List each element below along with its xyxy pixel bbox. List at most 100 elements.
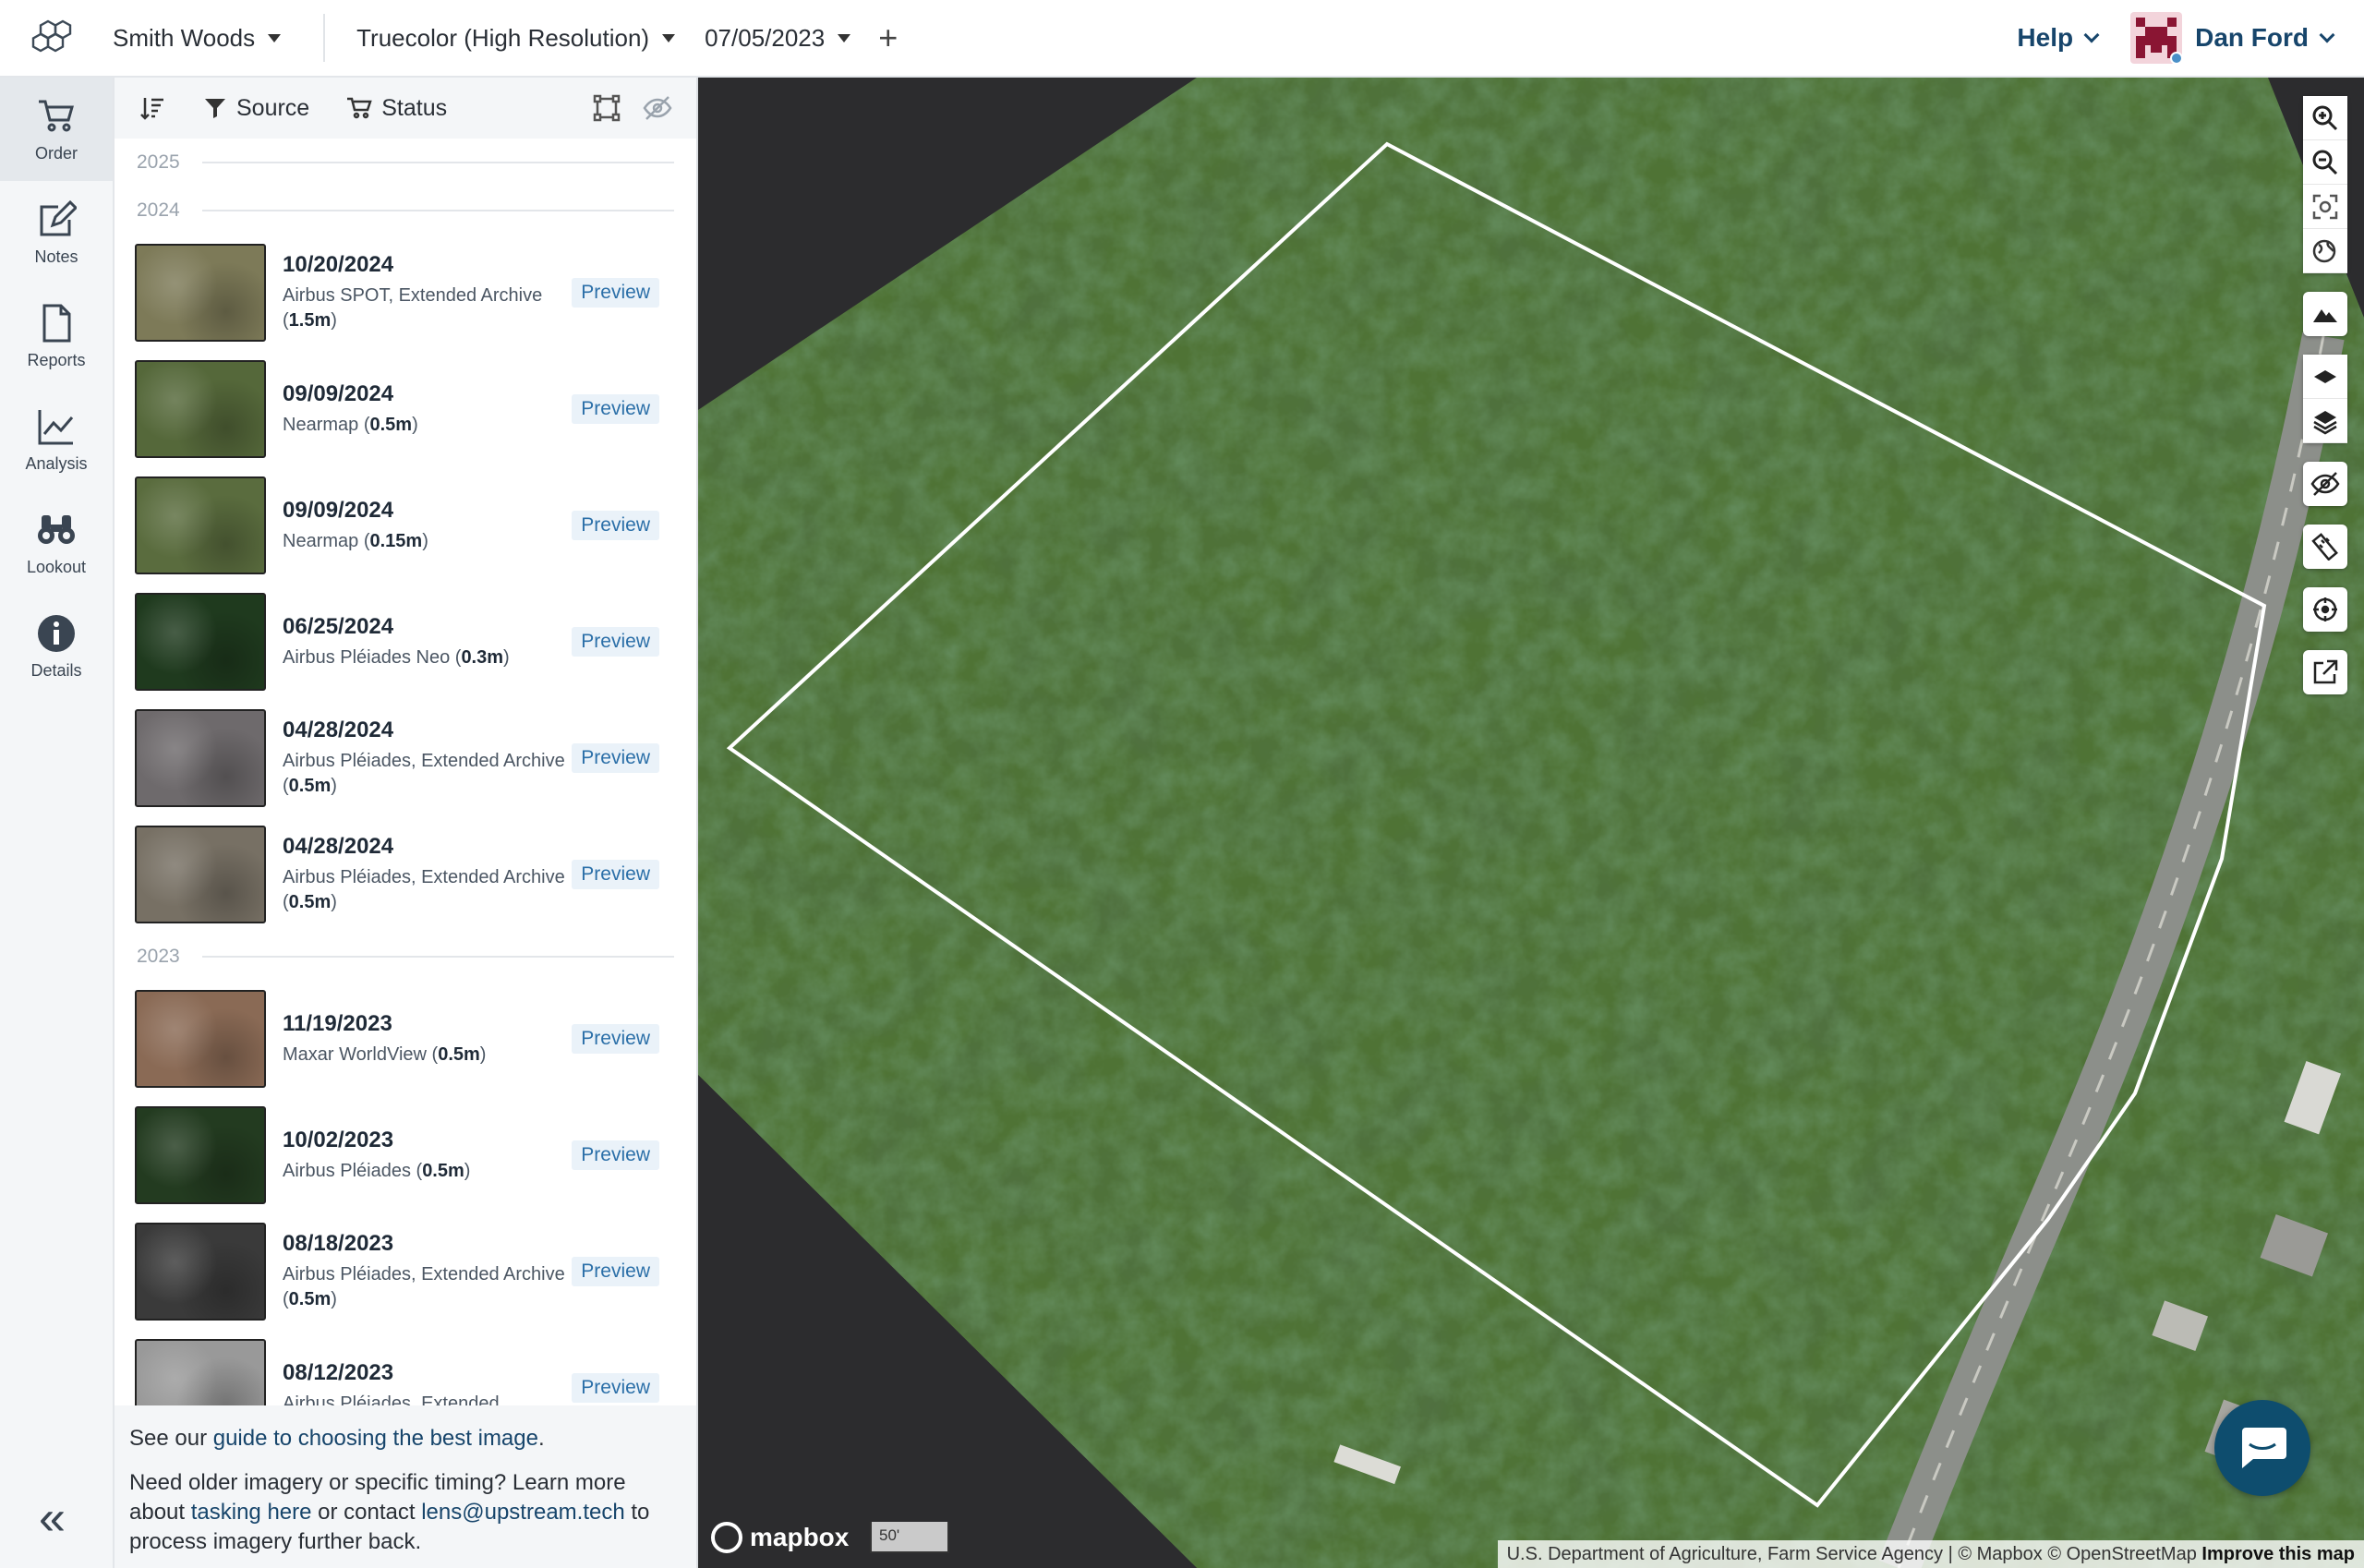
imagery-info: 10/02/2023 Airbus Pléiades (0.5m) [283, 1128, 572, 1184]
layers-button[interactable] [2303, 399, 2347, 443]
email-link[interactable]: lens@upstream.tech [421, 1500, 624, 1525]
nav-analysis[interactable]: Analysis [0, 388, 113, 491]
list-item[interactable]: 10/02/2023 Airbus Pléiades (0.5m) Preview [115, 1097, 696, 1213]
imagery-thumbnail[interactable] [135, 1339, 266, 1405]
hide-boundary-button[interactable] [2303, 462, 2347, 506]
list-item[interactable]: 09/09/2024 Nearmap (0.15m) Preview [115, 467, 696, 584]
imagery-thumbnail[interactable] [135, 709, 266, 807]
list-item[interactable]: 08/12/2023 Airbus Pléiades, Extended Previ… [115, 1330, 696, 1405]
imagery-thumbnail[interactable] [135, 826, 266, 923]
zoom-out-button[interactable] [2303, 140, 2347, 185]
help-menu[interactable]: Help [2017, 23, 2100, 53]
mountain-icon [2313, 309, 2337, 322]
imagery-source: Airbus Pléiades Neo (0.3m) [283, 646, 510, 668]
layer-selector[interactable]: Truecolor (High Resolution) [356, 24, 676, 53]
layer-icon [2314, 369, 2336, 383]
preview-button[interactable]: Preview [572, 1140, 659, 1170]
chevron-down-icon [2083, 27, 2100, 43]
status-filter-button[interactable]: Status [346, 95, 447, 122]
compare-button[interactable] [2303, 229, 2347, 273]
nav-notes-label: Notes [34, 247, 78, 266]
hide-eye-icon[interactable] [643, 94, 672, 122]
scale-bar: 50' [870, 1522, 949, 1553]
list-item[interactable]: 04/28/2024 Airbus Pléiades, Extended Arch… [115, 816, 696, 933]
list-item[interactable]: 09/09/2024 Nearmap (0.5m) Preview [115, 351, 696, 467]
source-filter-button[interactable]: Source [203, 95, 309, 122]
avatar[interactable] [2130, 12, 2183, 64]
preview-button[interactable]: Preview [572, 394, 659, 424]
guide-link[interactable]: guide to choosing the best image [213, 1426, 538, 1451]
open-external-button[interactable] [2303, 650, 2347, 694]
date-selector[interactable]: 07/05/2023 [705, 23, 851, 53]
app-logo-icon[interactable] [30, 18, 85, 58]
source-name: Nearmap [283, 530, 359, 551]
imagery-thumbnail[interactable] [135, 1223, 266, 1321]
nav-order-label: Order [34, 143, 78, 163]
preview-button[interactable]: Preview [572, 627, 659, 657]
chat-button[interactable] [2214, 1400, 2310, 1496]
map-view[interactable]: mapbox 50' U.S. Department of Agricultur… [698, 78, 2364, 1568]
imagery-date: 11/19/2023 [283, 1010, 392, 1036]
preview-button[interactable]: Preview [572, 511, 659, 540]
left-nav: Order Notes Reports Analysis Lookout Det… [0, 78, 115, 1568]
preview-button[interactable]: Preview [572, 860, 659, 889]
property-name: Smith Woods [113, 23, 256, 52]
list-item[interactable]: 10/20/2024 Airbus SPOT, Extended Archive … [115, 235, 696, 351]
property-selector[interactable]: Smith Woods [113, 23, 282, 53]
improve-map-link[interactable]: Improve this map [2201, 1544, 2355, 1564]
panel-toolbar: Source Status [115, 78, 696, 139]
preview-button[interactable]: Preview [572, 1257, 659, 1286]
imagery-thumbnail[interactable] [135, 476, 266, 574]
resolution: 0.5m [422, 1160, 464, 1181]
nav-lookout[interactable]: Lookout [0, 491, 113, 595]
satellite-imagery [698, 78, 2364, 1568]
imagery-thumbnail[interactable] [135, 1106, 266, 1204]
single-layer-button[interactable] [2303, 355, 2347, 399]
chart-line-icon [38, 409, 74, 444]
locate-button[interactable] [2303, 587, 2347, 632]
imagery-thumbnail[interactable] [135, 244, 266, 342]
preview-button[interactable]: Preview [572, 1024, 659, 1054]
nav-order[interactable]: Order [0, 78, 113, 181]
nav-notes[interactable]: Notes [0, 181, 113, 284]
source-filter-label: Source [236, 94, 310, 121]
imagery-info: 04/28/2024 Airbus Pléiades, Extended Arch… [283, 718, 572, 799]
source-name: Airbus Pléiades, Extended [283, 1393, 500, 1406]
fit-bounds-button[interactable] [2303, 185, 2347, 229]
imagery-source: Airbus Pléiades, Extended Archive (0.5m) [283, 751, 565, 796]
imagery-thumbnail[interactable] [135, 593, 266, 691]
list-item[interactable]: 06/25/2024 Airbus Pléiades Neo (0.3m) Prev… [115, 584, 696, 700]
user-menu[interactable]: Dan Ford [2195, 23, 2335, 53]
zoom-in-button[interactable] [2303, 96, 2347, 140]
list-item[interactable]: 04/28/2024 Airbus Pléiades, Extended Arch… [115, 700, 696, 816]
boundary-select-icon[interactable] [593, 94, 621, 122]
resolution: 0.3m [461, 646, 504, 668]
preview-button[interactable]: Preview [572, 743, 659, 773]
preview-button[interactable]: Preview [572, 1373, 659, 1403]
imagery-thumbnail[interactable] [135, 990, 266, 1088]
imagery-list: 2025 2024 10/20/2024 Airbus SPOT, Extende… [115, 139, 696, 1405]
topbar-divider [323, 14, 326, 62]
imagery-date: 06/25/2024 [283, 613, 394, 639]
sort-icon[interactable] [139, 94, 166, 122]
imagery-date: 09/09/2024 [283, 380, 394, 406]
selected-date: 07/05/2023 [705, 23, 826, 52]
list-item[interactable]: 11/19/2023 Maxar WorldView (0.5m) Preview [115, 981, 696, 1097]
tasking-link[interactable]: tasking here [191, 1500, 312, 1525]
nav-reports[interactable]: Reports [0, 284, 113, 388]
imagery-source: Nearmap (0.15m) [283, 530, 428, 551]
layer-controls [2303, 355, 2347, 443]
panel-footer: See our guide to choosing the best image… [115, 1405, 696, 1568]
resolution: 1.5m [288, 310, 332, 331]
add-date-button[interactable]: + [878, 21, 898, 54]
preview-button[interactable]: Preview [572, 278, 659, 308]
measure-button[interactable] [2303, 525, 2347, 569]
user-name: Dan Ford [2195, 23, 2309, 52]
mapbox-logo[interactable]: mapbox [711, 1522, 849, 1553]
collapse-sidebar-button[interactable]: « [39, 1494, 66, 1542]
list-item[interactable]: 08/18/2023 Airbus Pléiades, Extended Arch… [115, 1213, 696, 1330]
year-header: 2024 [137, 187, 674, 235]
terrain-button[interactable] [2303, 292, 2347, 336]
imagery-thumbnail[interactable] [135, 360, 266, 458]
nav-details[interactable]: Details [0, 595, 113, 698]
